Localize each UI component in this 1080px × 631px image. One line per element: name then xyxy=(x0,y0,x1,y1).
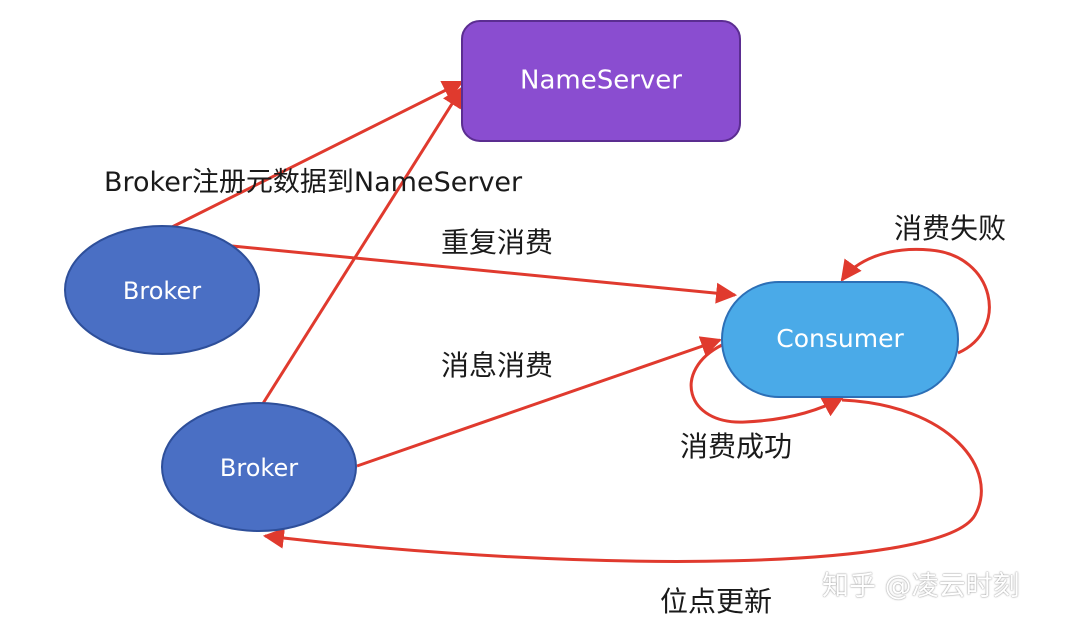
repeat-consume-label: 重复消费 xyxy=(441,226,554,259)
edge-offset-update xyxy=(262,398,983,563)
broker-bottom-label: Broker xyxy=(220,454,298,482)
message-consume-label: 消息消费 xyxy=(441,349,554,382)
diagram-svg: NameServer Broker Broker Consumer xyxy=(64,20,991,563)
edge-broker-bottom-to-nameserver xyxy=(260,86,464,406)
offset-update-label: 位点更新 xyxy=(660,585,773,618)
consume-success-label: 消费成功 xyxy=(680,430,793,463)
node-consumer: Consumer xyxy=(721,281,959,398)
nameserver-label: NameServer xyxy=(520,66,682,96)
consumer-label: Consumer xyxy=(776,324,904,353)
register-edge-label: Broker注册元数据到NameServer xyxy=(104,167,523,198)
broker-top-label: Broker xyxy=(123,277,201,305)
node-broker-bottom: Broker xyxy=(161,402,357,532)
consume-fail-label: 消费失败 xyxy=(894,212,1007,245)
node-nameserver: NameServer xyxy=(461,20,741,142)
diagram-canvas: NameServer Broker Broker Consumer Broker… xyxy=(0,0,1080,631)
node-broker-top: Broker xyxy=(64,225,260,355)
zhihu-watermark: 知乎 @凌云时刻 xyxy=(822,571,1020,602)
